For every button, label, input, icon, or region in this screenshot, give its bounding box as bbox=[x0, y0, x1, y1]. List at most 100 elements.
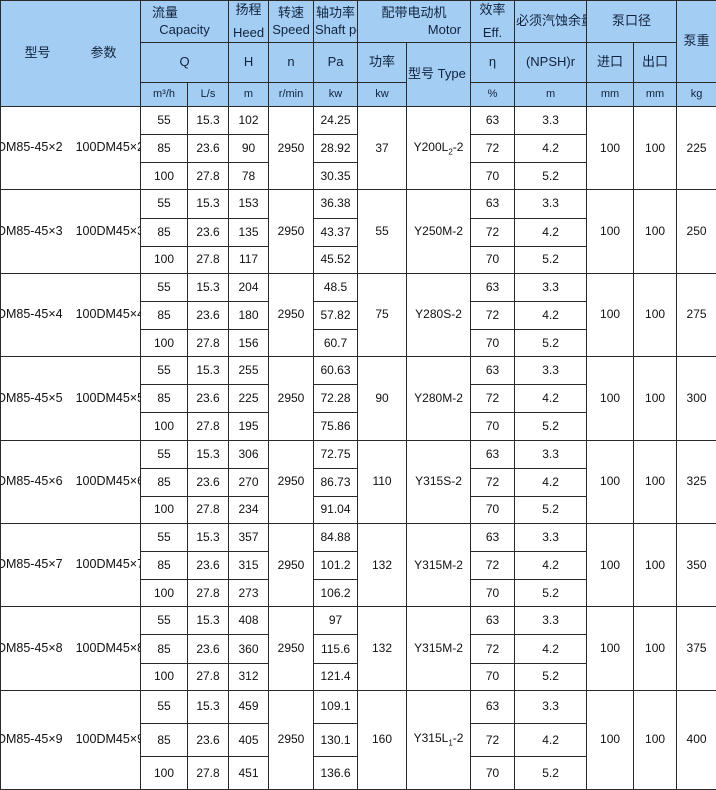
table-body: DM85-45×2 100DM45×2 55 15.3 102 2950 24.25 37 Y2… bbox=[0, 105, 716, 790]
cell-capacity-m3h: 85 bbox=[140, 134, 188, 164]
header-symbol-capacity: Q bbox=[139, 42, 230, 83]
table-header: 型号 参数 流量 Capacity 扬程 Heed 转速 Speed 轴功率 S… bbox=[0, 0, 716, 107]
cell-motor-power: 110 bbox=[357, 439, 408, 524]
cell-head: 270 bbox=[228, 467, 270, 497]
cell-pump-weight: 325 bbox=[676, 439, 716, 524]
cell-motor-type: Y315L1-2 bbox=[406, 689, 472, 790]
cell-motor-type: Y315M-2 bbox=[406, 522, 472, 608]
cell-shaft-power: 43.37 bbox=[313, 217, 359, 247]
cell-speed: 2950 bbox=[268, 689, 315, 790]
header-group-motor-en: Motor bbox=[427, 21, 462, 37]
cell-capacity-m3h: 55 bbox=[140, 606, 188, 636]
cell-efficiency: 72 bbox=[470, 551, 516, 581]
cell-efficiency: 63 bbox=[470, 189, 516, 219]
cell-head: 195 bbox=[228, 412, 270, 441]
cell-efficiency: 63 bbox=[470, 522, 516, 553]
cell-npsh: 4.2 bbox=[514, 634, 588, 664]
header-bore-outlet: 出口 bbox=[633, 42, 678, 83]
cell-head: 117 bbox=[228, 245, 270, 274]
table-row: DM85-45×9 100DM45×9 55 15.3 459 2950 109.1 160 Y… bbox=[0, 689, 716, 790]
corner-label-parameter: 参数 bbox=[90, 45, 117, 61]
cell-capacity-ls: 23.6 bbox=[186, 217, 230, 247]
cell-capacity-m3h: 55 bbox=[140, 189, 188, 219]
cell-head: 225 bbox=[228, 384, 270, 414]
model-code-secondary: 100DM45×8 bbox=[75, 640, 141, 655]
cell-efficiency: 72 bbox=[470, 723, 516, 758]
cell-head: 306 bbox=[228, 439, 270, 469]
cell-efficiency: 70 bbox=[470, 329, 516, 358]
cell-capacity-m3h: 100 bbox=[140, 495, 188, 524]
model-code-secondary: 100DM45×5 bbox=[75, 390, 141, 405]
cell-outlet-bore: 100 bbox=[633, 356, 678, 441]
cell-outlet-bore: 100 bbox=[633, 689, 678, 790]
header-symbol-speed: n bbox=[268, 42, 315, 83]
cell-head: 451 bbox=[228, 756, 270, 790]
header-symbol-efficiency: η bbox=[470, 42, 516, 83]
cell-motor-type: Y315S-2 bbox=[406, 439, 472, 524]
header-group-motor: 配带电动机 Motor bbox=[357, 0, 472, 43]
header-group-bore: 泵口径 bbox=[586, 0, 678, 43]
cell-outlet-bore: 100 bbox=[633, 272, 678, 358]
cell-pump-weight: 400 bbox=[676, 689, 716, 790]
header-motor-type-en: Type bbox=[437, 66, 466, 82]
cell-capacity-m3h: 100 bbox=[140, 579, 188, 608]
header-unit-speed-rmin: r/min bbox=[268, 82, 315, 107]
table-row: DM85-45×2 100DM45×2 55 15.3 102 2950 24.25 37 Y2… bbox=[0, 105, 716, 191]
cell-capacity-ls: 27.8 bbox=[186, 412, 230, 441]
cell-motor-power: 37 bbox=[357, 105, 408, 191]
corner-label-model: 型号 bbox=[24, 45, 51, 61]
cell-head: 360 bbox=[228, 634, 270, 664]
cell-capacity-m3h: 55 bbox=[140, 522, 188, 553]
cell-efficiency: 63 bbox=[470, 105, 516, 136]
cell-npsh: 3.3 bbox=[514, 606, 588, 636]
cell-capacity-ls: 27.8 bbox=[186, 756, 230, 790]
cell-shaft-power: 36.38 bbox=[313, 189, 359, 219]
cell-capacity-m3h: 85 bbox=[140, 384, 188, 414]
motor-type-text: Y315L1-2 bbox=[413, 731, 464, 748]
table-row: DM85-45×6 100DM45×6 55 15.3 306 2950 72.75 110 Y… bbox=[0, 439, 716, 524]
cell-capacity-ls: 23.6 bbox=[186, 300, 230, 331]
cell-efficiency: 70 bbox=[470, 412, 516, 441]
cell-capacity-m3h: 85 bbox=[140, 551, 188, 581]
model-code-secondary: 100DM45×2 bbox=[75, 140, 141, 155]
cell-efficiency: 72 bbox=[470, 300, 516, 331]
cell-outlet-bore: 100 bbox=[633, 105, 678, 191]
cell-model: DM85-45×9 100DM45×9 bbox=[0, 689, 141, 790]
cell-inlet-bore: 100 bbox=[586, 522, 635, 608]
header-unit-inlet-mm: mm bbox=[586, 82, 635, 107]
cell-outlet-bore: 100 bbox=[633, 189, 678, 274]
cell-efficiency: 72 bbox=[470, 134, 516, 164]
cell-shaft-power: 24.25 bbox=[313, 105, 359, 136]
model-code-secondary: 100DM45×7 bbox=[75, 557, 141, 572]
header-group-speed-en: Speed bbox=[272, 21, 310, 37]
header-group-capacity-cn: 流量 bbox=[152, 5, 179, 21]
cell-model: DM85-45×6 100DM45×6 bbox=[0, 439, 141, 524]
cell-npsh: 3.3 bbox=[514, 189, 588, 219]
header-unit-motor-power-kw: kw bbox=[357, 82, 408, 107]
cell-efficiency: 70 bbox=[470, 756, 516, 790]
cell-inlet-bore: 100 bbox=[586, 105, 635, 191]
cell-efficiency: 70 bbox=[470, 579, 516, 608]
cell-npsh: 3.3 bbox=[514, 272, 588, 302]
cell-efficiency: 63 bbox=[470, 689, 516, 725]
cell-head: 153 bbox=[228, 189, 270, 219]
cell-shaft-power: 45.52 bbox=[313, 245, 359, 274]
cell-capacity-m3h: 100 bbox=[140, 756, 188, 790]
cell-shaft-power: 72.28 bbox=[313, 384, 359, 414]
cell-capacity-ls: 27.8 bbox=[186, 162, 230, 191]
cell-head: 78 bbox=[228, 162, 270, 191]
header-group-shaft-power: 轴功率 Shaft power bbox=[313, 0, 359, 43]
cell-head: 90 bbox=[228, 134, 270, 164]
cell-motor-power: 55 bbox=[357, 189, 408, 274]
cell-capacity-m3h: 85 bbox=[140, 634, 188, 664]
header-group-head: 扬程 Heed bbox=[228, 0, 270, 43]
header-unit-capacity-m3h: m³/h bbox=[140, 82, 188, 107]
cell-head: 459 bbox=[228, 689, 270, 725]
cell-efficiency: 72 bbox=[470, 217, 516, 247]
cell-head: 234 bbox=[228, 495, 270, 524]
cell-head: 405 bbox=[228, 723, 270, 758]
model-code-secondary: 100DM45×4 bbox=[75, 307, 141, 322]
cell-outlet-bore: 100 bbox=[633, 606, 678, 691]
header-bore-inlet: 进口 bbox=[586, 42, 635, 83]
cell-capacity-m3h: 85 bbox=[140, 723, 188, 758]
